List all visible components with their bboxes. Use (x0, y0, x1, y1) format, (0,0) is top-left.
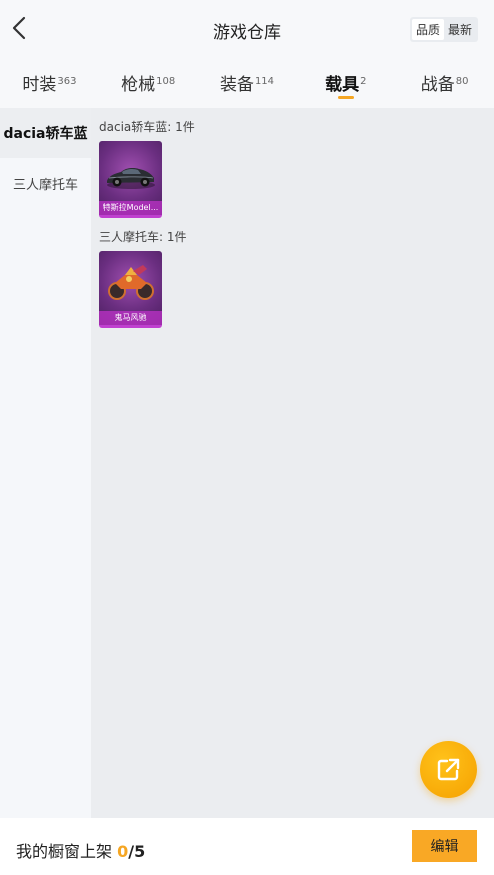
group-title: 三人摩托车: 1件 (99, 230, 187, 244)
item-name: 鬼马风驰 (99, 311, 162, 325)
group-title: dacia轿车蓝: 1件 (99, 120, 195, 134)
shelf-total-count: /5 (128, 842, 146, 861)
vehicle-sidebar: dacia轿车蓝 三人摩托车 (0, 108, 91, 818)
motorcycle-icon (108, 265, 154, 300)
tab-label: 装备 (219, 75, 254, 95)
tab-count: 114 (254, 75, 275, 87)
tab-combat-gear[interactable]: 战备80 (395, 58, 494, 108)
sidebar-item-trike[interactable]: 三人摩托车 (0, 158, 91, 208)
car-icon (107, 168, 155, 189)
share-external-icon (437, 758, 460, 781)
item-card[interactable]: 鬼马风驰 (99, 251, 162, 328)
tab-fashion[interactable]: 时装363 (0, 58, 99, 108)
category-tabs: 时装363 枪械108 装备114 载具2 战备80 (0, 58, 494, 108)
tab-vehicles[interactable]: 载具2 (296, 58, 395, 108)
edit-button[interactable]: 编辑 (412, 830, 477, 862)
item-name: 特斯拉Model... (99, 201, 162, 215)
share-button[interactable] (420, 741, 477, 798)
tab-label: 载具 (325, 75, 360, 95)
tab-count: 2 (360, 75, 367, 87)
sort-quality-option[interactable]: 品质 (411, 19, 444, 40)
header: 游戏仓库 品质 最新 (0, 0, 494, 58)
shelf-label: 我的橱窗上架 (16, 842, 113, 861)
shelf-current-count: 0 (117, 842, 129, 861)
tab-count: 80 (455, 75, 469, 87)
tab-count: 363 (57, 75, 77, 87)
tab-label: 枪械 (121, 75, 156, 95)
shelf-status: 我的橱窗上架 0/5 (16, 838, 145, 862)
tab-label: 时装 (22, 75, 57, 95)
sidebar-item-dacia[interactable]: dacia轿车蓝 (0, 108, 91, 158)
active-tab-indicator (337, 96, 354, 99)
bottom-bar: 我的橱窗上架 0/5 编辑 (0, 818, 494, 875)
tab-count: 108 (156, 75, 176, 87)
sort-latest-option[interactable]: 最新 (444, 19, 476, 40)
item-card[interactable]: 特斯拉Model... (99, 141, 162, 218)
tab-label: 战备 (420, 75, 455, 95)
tab-guns[interactable]: 枪械108 (99, 58, 198, 108)
item-list: dacia轿车蓝: 1件 特斯拉Model... 三人摩托车: 1件 鬼马风驰 (91, 108, 494, 818)
sort-toggle[interactable]: 品质 最新 (409, 17, 478, 42)
tab-equipment[interactable]: 装备114 (198, 58, 297, 108)
